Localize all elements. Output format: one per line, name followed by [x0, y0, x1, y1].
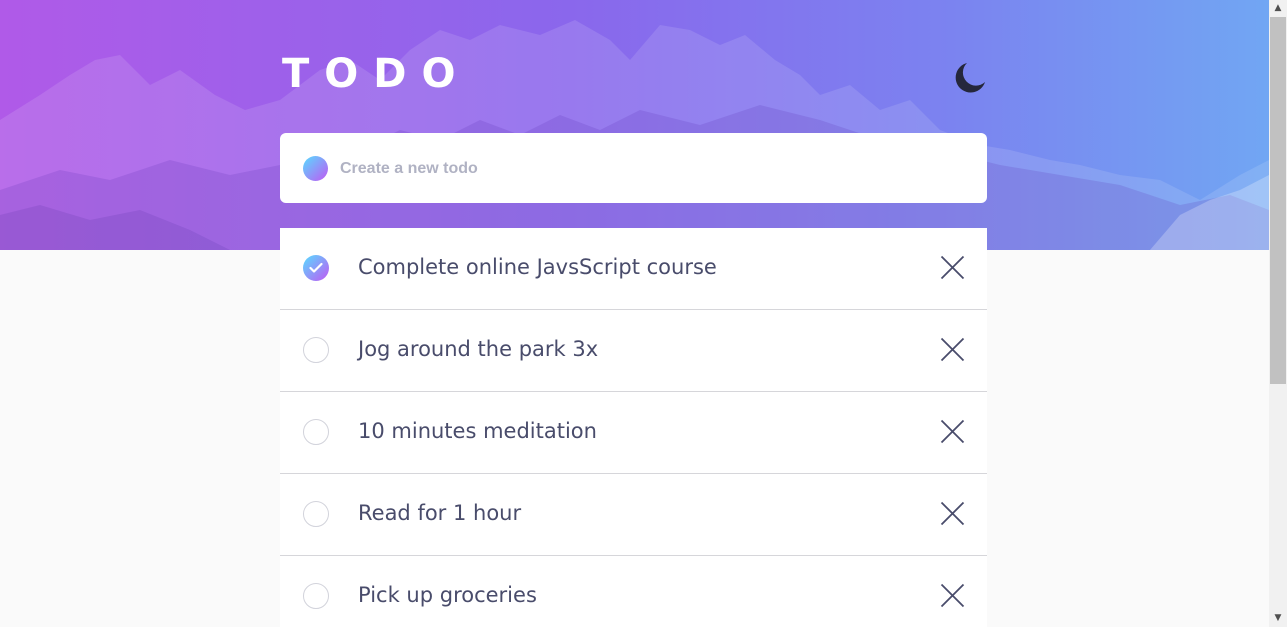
delete-todo-button[interactable]: [940, 255, 965, 280]
todo-item[interactable]: 10 minutes meditation: [280, 392, 987, 474]
new-todo-input[interactable]: [340, 153, 960, 185]
theme-toggle-button[interactable]: [952, 60, 988, 96]
todo-text: Complete online JavsScript course: [358, 255, 717, 279]
scrollbar-thumb[interactable]: [1270, 17, 1286, 384]
todo-text: Read for 1 hour: [358, 501, 522, 525]
cross-icon: [940, 337, 965, 362]
cross-icon: [940, 419, 965, 444]
todo-text: Pick up groceries: [358, 583, 537, 607]
new-todo-bar: [280, 133, 987, 203]
cross-icon: [940, 501, 965, 526]
check-icon: [309, 262, 323, 273]
hero-banner: [0, 0, 1269, 250]
app-title: TODO: [282, 51, 471, 97]
todo-item[interactable]: Read for 1 hour: [280, 474, 987, 556]
todo-item[interactable]: Pick up groceries: [280, 556, 987, 627]
todo-text: 10 minutes meditation: [358, 419, 597, 443]
new-todo-circle-icon: [303, 156, 328, 181]
todo-item[interactable]: Complete online JavsScript course: [280, 228, 987, 310]
cross-icon: [940, 583, 965, 608]
vertical-scrollbar[interactable]: ▲ ▼: [1269, 0, 1287, 627]
delete-todo-button[interactable]: [940, 583, 965, 608]
todo-list: Complete online JavsScript course Jog aro…: [280, 228, 987, 627]
scroll-down-arrow-icon[interactable]: ▼: [1269, 610, 1287, 627]
todo-checkbox[interactable]: [303, 501, 329, 527]
scroll-up-arrow-icon[interactable]: ▲: [1269, 0, 1287, 17]
todo-checkbox[interactable]: [303, 419, 329, 445]
todo-checkbox[interactable]: [303, 583, 329, 609]
todo-text: Jog around the park 3x: [358, 337, 599, 361]
moon-icon: [955, 63, 985, 93]
mountains-background-image: [0, 20, 1269, 250]
cross-icon: [940, 255, 965, 280]
todo-checkbox-checked[interactable]: [303, 255, 329, 281]
todo-item[interactable]: Jog around the park 3x: [280, 310, 987, 392]
delete-todo-button[interactable]: [940, 419, 965, 444]
todo-checkbox[interactable]: [303, 337, 329, 363]
delete-todo-button[interactable]: [940, 337, 965, 362]
delete-todo-button[interactable]: [940, 501, 965, 526]
